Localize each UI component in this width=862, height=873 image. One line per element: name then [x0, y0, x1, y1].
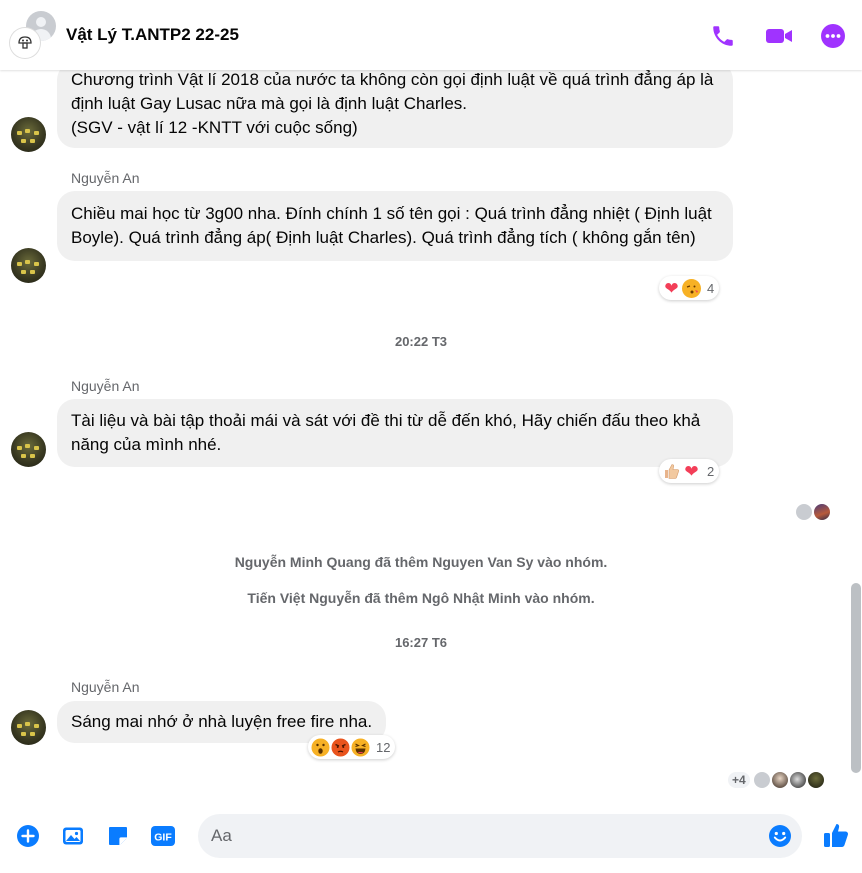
video-call-button[interactable] — [765, 22, 793, 50]
reaction-count: 12 — [376, 739, 391, 755]
system-message: Tiến Việt Nguyễn đã thêm Ngô Nhật Minh v… — [247, 590, 595, 606]
seen-avatar — [796, 504, 812, 520]
svg-text:GIF: GIF — [154, 832, 172, 844]
timestamp: 20:22 T3 — [394, 334, 448, 349]
seen-more-count: +4 — [728, 772, 750, 788]
scrollbar[interactable] — [850, 70, 862, 803]
attach-image-button[interactable] — [60, 823, 86, 849]
seen-avatar — [753, 772, 770, 788]
member-avatar — [10, 28, 40, 58]
system-message: Nguyễn Minh Quang đã thêm Nguyen Van Sy … — [234, 554, 608, 570]
mushroom-icon — [18, 36, 32, 49]
emoji-picker-button[interactable] — [768, 824, 792, 848]
thumbs-up-icon — [824, 824, 849, 847]
seen-avatar — [814, 504, 830, 520]
sender-avatar[interactable] — [11, 248, 46, 283]
sender-avatar[interactable] — [11, 117, 46, 152]
message-reactions[interactable]: ❤ 4 — [659, 276, 720, 300]
message-bubble[interactable]: Tài liệu và bài tập thoải mái và sát với… — [57, 399, 733, 467]
chat-window: Vật Lý T.ANTP2 22-25 Chương trình Vật lí… — [0, 0, 862, 873]
gif-button[interactable]: GIF — [150, 823, 176, 849]
more-options-icon — [821, 24, 845, 48]
sender-name: Nguyễn An — [71, 679, 140, 695]
sender-name: Nguyễn An — [71, 170, 140, 186]
timestamp: 16:27 T6 — [394, 635, 448, 650]
message-input[interactable] — [198, 814, 758, 858]
reaction-count: 2 — [707, 463, 715, 479]
sender-avatar[interactable] — [11, 710, 46, 745]
plus-circle-icon — [17, 825, 39, 847]
message-list[interactable]: Chương trình Vật lí 2018 của nước ta khô… — [0, 70, 862, 803]
seen-avatar — [789, 772, 806, 788]
message-bubble[interactable]: Chiều mai học từ 3g00 nha. Đính chính 1 … — [57, 191, 733, 261]
image-icon — [63, 827, 83, 845]
chat-info-button[interactable] — [819, 22, 847, 50]
sender-avatar[interactable] — [11, 432, 46, 467]
kiss-emoji-icon — [682, 278, 701, 298]
sender-name: Nguyễn An — [71, 378, 140, 394]
reaction-count: 4 — [707, 280, 715, 296]
read-receipts[interactable]: +4 — [728, 772, 824, 788]
message-text: Chương trình Vật lí 2018 của nước ta khô… — [71, 70, 714, 137]
chat-header: Vật Lý T.ANTP2 22-25 — [0, 0, 862, 70]
message-text: Chiều mai học từ 3g00 nha. Đính chính 1 … — [71, 204, 712, 247]
like-button[interactable] — [821, 820, 851, 850]
message-reactions[interactable]: 12 — [308, 735, 396, 759]
sticker-icon — [109, 827, 127, 845]
message-input-container[interactable] — [198, 814, 802, 858]
phone-icon — [713, 26, 733, 46]
gif-icon: GIF — [151, 826, 175, 846]
sticker-button[interactable] — [105, 823, 131, 849]
message-reactions[interactable]: ❤ 2 — [659, 459, 720, 483]
thumbs-up-icon — [662, 462, 681, 481]
group-avatar[interactable] — [10, 11, 56, 58]
message-text: Tài liệu và bài tập thoải mái và sát với… — [71, 411, 701, 454]
scrollbar-thumb[interactable] — [851, 583, 861, 773]
angry-emoji-icon — [331, 738, 350, 757]
seen-avatar — [807, 772, 824, 788]
message-bubble[interactable]: Chương trình Vật lí 2018 của nước ta khô… — [57, 70, 733, 148]
heart-icon: ❤ — [684, 461, 699, 481]
wow-emoji-icon — [311, 738, 330, 757]
message-composer: GIF — [0, 803, 862, 873]
more-actions-button[interactable] — [15, 823, 41, 849]
haha-emoji-icon — [351, 738, 370, 757]
heart-icon: ❤ — [664, 278, 679, 298]
chat-title[interactable]: Vật Lý T.ANTP2 22-25 — [66, 25, 239, 45]
read-receipts[interactable] — [796, 504, 830, 520]
video-camera-icon — [766, 29, 792, 43]
audio-call-button[interactable] — [709, 22, 737, 50]
seen-avatar — [771, 772, 788, 788]
smiley-icon — [769, 825, 791, 847]
message-text: Sáng mai nhớ ở nhà luyện free fire nha. — [71, 712, 373, 731]
